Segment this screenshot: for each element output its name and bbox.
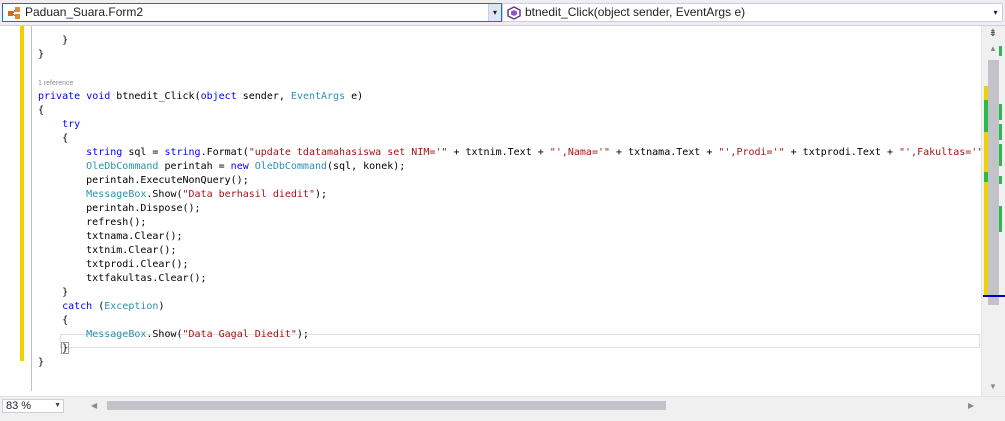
class-dropdown[interactable]: Paduan_Suara.Form2 ▾: [2, 3, 502, 22]
horizontal-scroll-thumb[interactable]: [107, 401, 666, 410]
code-line: catch (Exception): [62, 301, 165, 312]
overview-marker: [999, 124, 1002, 140]
caret-position-marker: [983, 295, 1005, 297]
overview-marker: [999, 144, 1002, 166]
code-line: }: [38, 287, 69, 298]
scroll-up-icon[interactable]: ▲: [987, 44, 999, 54]
code-line: {: [38, 133, 69, 144]
code-line: perintah.Dispose();: [38, 203, 201, 214]
class-dropdown-value: Paduan_Suara.Form2: [25, 5, 144, 19]
split-window-icon[interactable]: ⇟: [987, 28, 999, 40]
code-line: refresh();: [38, 217, 147, 228]
code-line: OleDbCommand perintah = new OleDbCommand…: [86, 161, 406, 172]
code-text[interactable]: } } 1 reference private void btnedit_Cli…: [38, 26, 981, 370]
class-icon: [8, 7, 20, 19]
brace-match-highlight: }: [61, 342, 70, 354]
code-line: MessageBox.Show("Data berhasil diedit");: [86, 189, 328, 200]
code-line: txtfakultas.Clear();: [38, 273, 207, 284]
vertical-scroll-thumb[interactable]: [988, 60, 999, 305]
change-marker: [984, 86, 988, 100]
outlining-margin[interactable]: [31, 26, 32, 391]
zoom-level-dropdown[interactable]: 83 % ▼: [2, 399, 64, 413]
method-icon: [507, 6, 521, 20]
change-tracking-bar: [20, 26, 24, 361]
code-line: txtnama.Clear();: [38, 231, 183, 242]
code-line: {: [38, 105, 45, 116]
saved-change-marker: [984, 172, 988, 182]
code-line: perintah.ExecuteNonQuery();: [38, 175, 249, 186]
partial-line: [38, 26, 981, 34]
member-dropdown-value: btnedit_Click(object sender, EventArgs e…: [525, 5, 746, 19]
overview-marker: [999, 104, 1002, 120]
code-line: string sql = string.Format("update tdata…: [86, 147, 981, 158]
scroll-left-icon[interactable]: ◀: [91, 401, 97, 410]
overview-marker: [999, 46, 1002, 56]
code-line: txtnim.Clear();: [38, 245, 177, 256]
change-marker: [984, 132, 988, 172]
scroll-right-icon[interactable]: ▶: [968, 401, 974, 410]
chevron-down-icon[interactable]: ▼: [54, 400, 61, 412]
change-marker: [984, 182, 988, 296]
code-line: }: [38, 35, 69, 46]
saved-change-marker: [984, 100, 988, 132]
code-line: MessageBox.Show("Data Gagal Diedit");: [86, 329, 309, 340]
member-dropdown[interactable]: btnedit_Click(object sender, EventArgs e…: [502, 3, 1003, 22]
vertical-scrollbar[interactable]: ⇟ ▲ ▼: [981, 26, 1005, 396]
code-line: txtprodi.Clear();: [38, 259, 189, 270]
code-line: }: [38, 49, 45, 60]
code-editor[interactable]: } } 1 reference private void btnedit_Cli…: [0, 26, 981, 396]
chevron-down-icon[interactable]: ▾: [488, 4, 501, 21]
navigation-bar: Paduan_Suara.Form2 ▾ btnedit_Click(objec…: [0, 0, 1005, 26]
zoom-level-value: 83 %: [6, 400, 32, 412]
overview-marker: [999, 206, 1002, 232]
code-line: {: [38, 315, 69, 326]
code-line: private void btnedit_Click(object sender…: [38, 91, 364, 102]
chevron-down-icon[interactable]: ▾: [989, 4, 1002, 21]
scroll-down-icon[interactable]: ▼: [987, 382, 999, 392]
code-line: }: [38, 357, 45, 368]
horizontal-scrollbar[interactable]: 83 % ▼ ◀ ▶: [0, 396, 1005, 421]
code-line-current: }: [38, 342, 981, 356]
overview-marker: [999, 176, 1002, 184]
code-line: try: [62, 119, 81, 130]
codelens-reference-count[interactable]: 1 reference: [38, 76, 981, 90]
